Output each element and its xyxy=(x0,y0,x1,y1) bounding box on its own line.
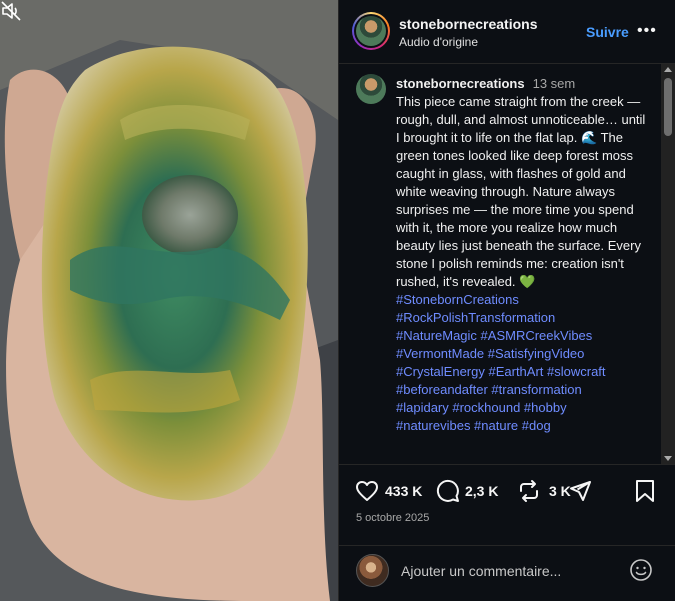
audio-label[interactable]: Audio d'origine xyxy=(399,35,478,49)
caption-body: stonebornecreations 13 sem This piece cam… xyxy=(396,75,646,435)
caption-area: stonebornecreations 13 sem This piece cam… xyxy=(339,64,661,462)
emoji-icon[interactable] xyxy=(629,558,653,582)
save-button[interactable] xyxy=(634,479,656,503)
post-header: stonebornecreations Audio d'origine Suiv… xyxy=(339,0,675,64)
current-user-avatar xyxy=(356,554,389,587)
hashtag-line[interactable]: #CrystalEnergy #EarthArt #slowcraft xyxy=(396,364,606,379)
scroll-up-icon[interactable] xyxy=(664,67,672,72)
like-button[interactable]: 433 K xyxy=(355,479,422,503)
stone-in-hand-image xyxy=(0,0,338,601)
caption-text: This piece came straight from the creek … xyxy=(396,94,646,289)
caption-time[interactable]: 13 sem xyxy=(533,76,576,91)
scrollbar-thumb[interactable] xyxy=(664,78,672,136)
comment-icon xyxy=(436,479,459,502)
hashtag-line[interactable]: #StonebornCreations xyxy=(396,292,519,307)
muted-speaker-icon[interactable] xyxy=(0,0,22,22)
like-count[interactable]: 433 K xyxy=(385,483,422,499)
repost-button[interactable]: 3 K xyxy=(517,479,571,503)
send-icon xyxy=(570,481,591,501)
heart-icon xyxy=(356,481,378,501)
hashtag-line[interactable]: #RockPolishTransformation xyxy=(396,310,555,325)
comment-composer: Ajouter un commentaire... xyxy=(339,546,675,601)
caption-avatar[interactable] xyxy=(356,74,386,104)
bookmark-icon xyxy=(636,480,654,502)
share-button[interactable] xyxy=(568,479,592,503)
header-username[interactable]: stonebornecreations xyxy=(399,16,537,32)
video-player[interactable] xyxy=(0,0,338,601)
hashtag-line[interactable]: #lapidary #rockhound #hobby xyxy=(396,400,567,415)
caption-scrollbar[interactable] xyxy=(661,64,675,464)
repost-icon xyxy=(520,480,538,502)
action-bar: 433 K 2,3 K 3 K 5 octobre 2025 xyxy=(339,465,675,545)
comment-input[interactable]: Ajouter un commentaire... xyxy=(401,563,561,579)
scroll-down-icon[interactable] xyxy=(664,456,672,461)
comment-count[interactable]: 2,3 K xyxy=(465,483,498,499)
avatar[interactable] xyxy=(352,12,390,50)
post-sidebar: stonebornecreations Audio d'origine Suiv… xyxy=(338,0,675,601)
hashtag-line[interactable]: #beforeandafter #transformation xyxy=(396,382,582,397)
more-options-icon[interactable]: ••• xyxy=(637,22,657,40)
caption-username[interactable]: stonebornecreations xyxy=(396,76,525,91)
post-date[interactable]: 5 octobre 2025 xyxy=(356,512,429,524)
hashtag-line[interactable]: #VermontMade #SatisfyingVideo xyxy=(396,346,584,361)
hashtag-line[interactable]: #NatureMagic #ASMRCreekVibes xyxy=(396,328,592,343)
follow-button[interactable]: Suivre xyxy=(586,24,629,40)
hashtag-line[interactable]: #naturevibes #nature #dog xyxy=(396,418,551,433)
comment-button[interactable]: 2,3 K xyxy=(436,479,498,503)
